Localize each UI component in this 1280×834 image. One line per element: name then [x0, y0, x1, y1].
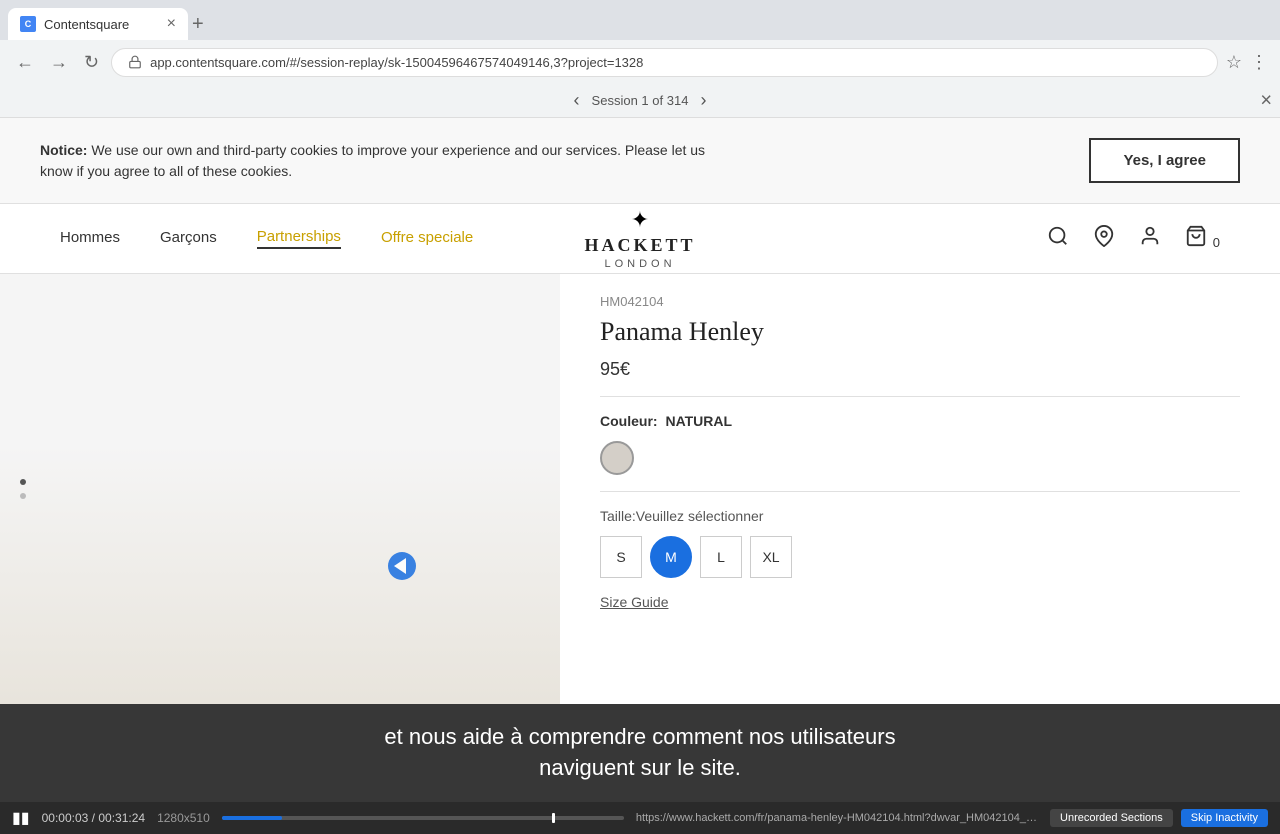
progress-fill	[222, 816, 282, 820]
dot-2[interactable]	[20, 493, 26, 499]
progress-marker	[552, 813, 555, 823]
product-price: 95€	[600, 359, 1240, 380]
product-divider	[600, 396, 1240, 397]
session-resolution: 1280x510	[157, 811, 210, 825]
product-details: HM042104 Panama Henley 95€ Couleur: NATU…	[560, 274, 1280, 704]
size-guide-link[interactable]: Size Guide	[600, 594, 668, 610]
nav-offre[interactable]: Offre speciale	[381, 229, 473, 248]
bottom-toolbar: ▮▮ 00:00:03 / 00:31:24 1280x510 https://…	[0, 802, 1280, 834]
toolbar-right: Unrecorded Sections Skip Inactivity	[1050, 809, 1268, 827]
product-sku: HM042104	[600, 294, 1240, 309]
tab-close-btn[interactable]: ×	[167, 15, 176, 33]
size-m-btn[interactable]: M	[650, 536, 692, 578]
active-tab[interactable]: C Contentsquare ×	[8, 8, 188, 40]
couleur-label: Couleur: NATURAL	[600, 413, 1240, 429]
main-nav: Hommes Garçons Partnerships Offre specia…	[60, 228, 1047, 249]
size-options: S M L XL	[600, 536, 1240, 578]
subtitle-banner: et nous aide à comprendre comment nos ut…	[0, 704, 1280, 802]
close-panel-btn[interactable]: ×	[1260, 89, 1272, 112]
session-url: https://www.hackett.com/fr/panama-henley…	[636, 812, 1038, 824]
location-icon	[1093, 225, 1115, 247]
product-name: Panama Henley	[600, 317, 1240, 347]
cursor-arrow-icon	[394, 558, 406, 574]
size-label: Taille:Veuillez sélectionner	[600, 508, 1240, 524]
cookie-text: Notice: We use our own and third-party c…	[40, 140, 740, 182]
cart-btn[interactable]: 0	[1185, 225, 1220, 253]
account-btn[interactable]	[1139, 225, 1161, 253]
logo-text-main: HACKETT	[584, 235, 695, 256]
size-xl-btn[interactable]: XL	[750, 536, 792, 578]
session-nav-bar: ‹ Session 1 of 314 › ×	[0, 84, 1280, 118]
product-image-area	[0, 274, 560, 704]
back-btn[interactable]: ←	[12, 48, 38, 77]
main-content: HM042104 Panama Henley 95€ Couleur: NATU…	[0, 274, 1280, 704]
nav-icon-group: 0	[1047, 225, 1220, 253]
product-image-bg	[0, 446, 560, 704]
subtitle-line2: naviguent sur le site.	[20, 753, 1260, 784]
cursor-indicator	[388, 552, 420, 584]
url-display: app.contentsquare.com/#/session-replay/s…	[150, 55, 643, 70]
unrecorded-sections-btn[interactable]: Unrecorded Sections	[1050, 809, 1173, 827]
bookmark-btn[interactable]: ☆	[1226, 52, 1242, 73]
location-btn[interactable]	[1093, 225, 1115, 253]
cart-count: 0	[1213, 235, 1220, 250]
cart-icon	[1185, 225, 1207, 247]
progress-area[interactable]	[222, 802, 624, 834]
image-dots	[20, 479, 26, 499]
tab-favicon: C	[20, 16, 36, 32]
lock-icon	[128, 55, 142, 69]
cookie-banner: Notice: We use our own and third-party c…	[0, 118, 1280, 204]
cursor-circle	[388, 552, 416, 580]
site-logo[interactable]: ✦ HACKETT LONDON	[584, 207, 695, 270]
size-s-btn[interactable]: S	[600, 536, 642, 578]
progress-bar[interactable]	[222, 816, 624, 820]
address-bar: ← → ↻ app.contentsquare.com/#/session-re…	[0, 40, 1280, 84]
nav-header: Hommes Garçons Partnerships Offre specia…	[0, 204, 1280, 274]
size-l-btn[interactable]: L	[700, 536, 742, 578]
skip-inactivity-btn[interactable]: Skip Inactivity	[1181, 809, 1268, 827]
next-session-btn[interactable]: ›	[700, 90, 706, 111]
subtitle-line1: et nous aide à comprendre comment nos ut…	[20, 722, 1260, 753]
search-btn[interactable]	[1047, 225, 1069, 253]
logo-text-sub: LONDON	[604, 258, 675, 270]
new-tab-btn[interactable]: +	[192, 13, 204, 36]
account-icon	[1139, 225, 1161, 247]
product-divider-2	[600, 491, 1240, 492]
nav-garcons[interactable]: Garçons	[160, 229, 217, 248]
dot-1[interactable]	[20, 479, 26, 485]
forward-btn[interactable]: →	[46, 48, 72, 77]
session-counter: Session 1 of 314	[592, 93, 689, 108]
cursor-container	[388, 552, 420, 584]
agree-btn[interactable]: Yes, I agree	[1089, 138, 1240, 183]
logo-crown-icon: ✦	[631, 207, 649, 233]
nav-hommes[interactable]: Hommes	[60, 229, 120, 248]
browser-chrome: C Contentsquare × + ← → ↻ app.contentsqu…	[0, 0, 1280, 84]
extensions-btn[interactable]: ⋮	[1250, 52, 1268, 73]
url-bar[interactable]: app.contentsquare.com/#/session-replay/s…	[111, 48, 1218, 77]
color-swatch-natural[interactable]	[600, 441, 634, 475]
tab-label: Contentsquare	[44, 17, 129, 32]
prev-session-btn[interactable]: ‹	[574, 90, 580, 111]
tab-bar: C Contentsquare × +	[0, 0, 1280, 40]
search-icon	[1047, 225, 1069, 247]
reload-btn[interactable]: ↻	[80, 48, 103, 77]
play-btn[interactable]: ▮▮	[12, 808, 30, 828]
time-current: 00:00:03 / 00:31:24	[42, 811, 145, 825]
nav-partnerships[interactable]: Partnerships	[257, 228, 341, 249]
